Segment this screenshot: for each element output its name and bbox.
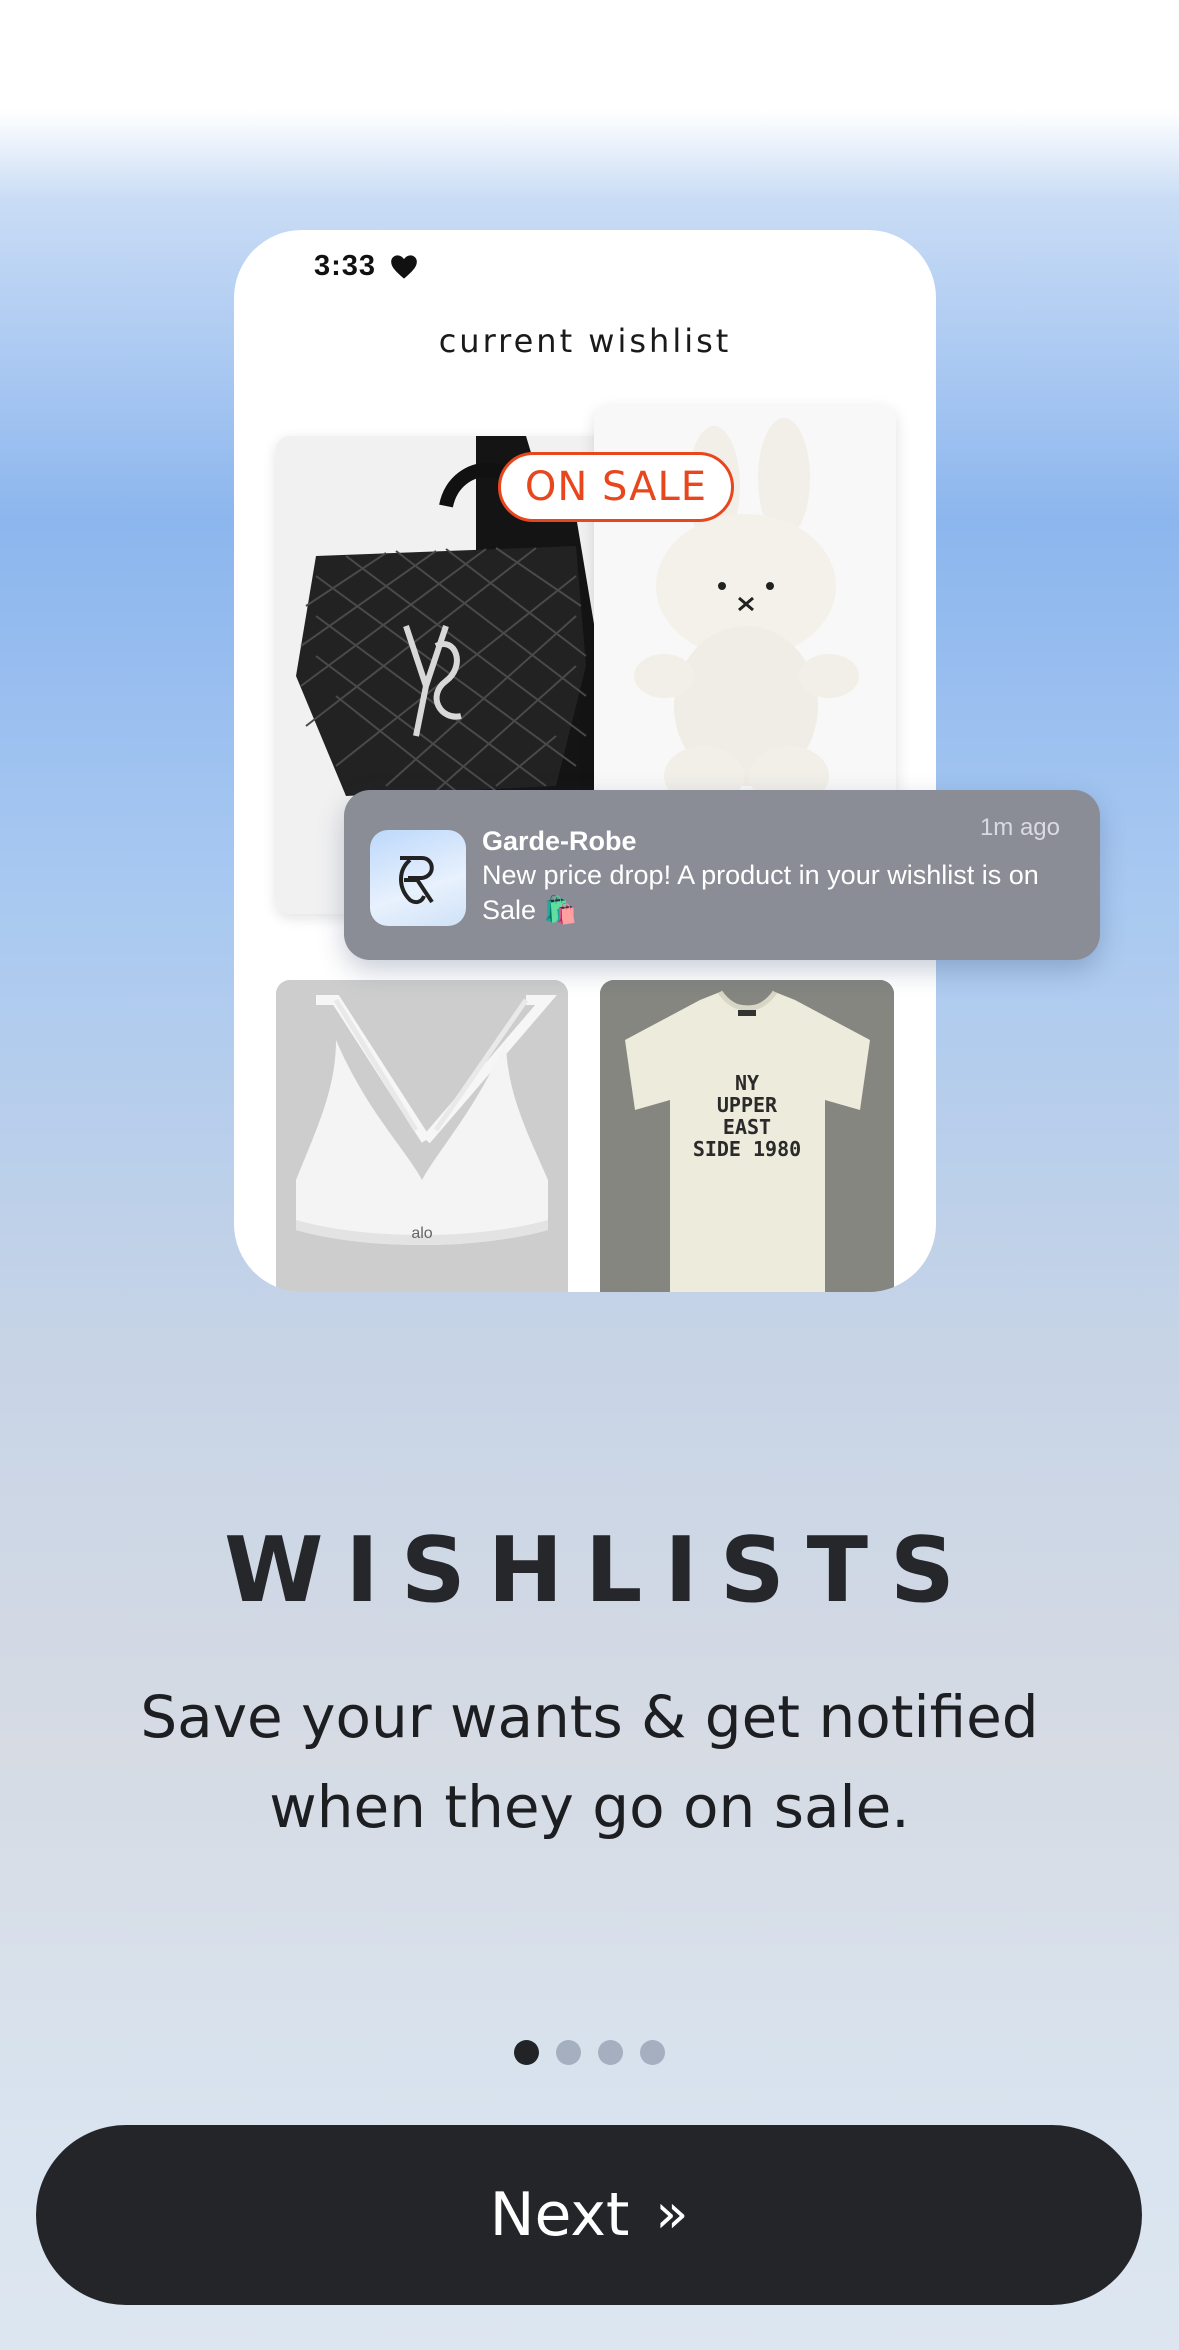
tshirt-image: NY UPPER EAST SIDE 1980 [600, 980, 894, 1292]
wishlist-title: current wishlist [438, 322, 732, 360]
shirt-print-line-3: EAST [723, 1115, 771, 1139]
phone-mockup: 3:33 current wishlist alo NY UPPER EAST … [234, 230, 936, 1292]
notification-time: 1m ago [979, 814, 1060, 841]
bra-logo-text: alo [411, 1225, 432, 1242]
shirt-print-line-2: UPPER [717, 1093, 778, 1117]
pagination-dot-1[interactable] [514, 2040, 539, 2065]
garde-robe-logo-icon [370, 830, 466, 926]
next-button[interactable]: Next » [36, 2125, 1142, 2305]
pagination-dot-2[interactable] [556, 2040, 581, 2065]
page-heading: WISHLISTS [224, 1518, 977, 1623]
pagination-dot-4[interactable] [640, 2040, 665, 2065]
next-button-label: Next [489, 2180, 630, 2250]
price-drop-notification[interactable]: Garde-Robe 1m ago New price drop! A prod… [344, 790, 1100, 960]
page-subtitle: Save your wants & get notified when they… [140, 1683, 1039, 1841]
notification-message: New price drop! A product in your wishli… [482, 860, 1039, 925]
sports-bra-image: alo [276, 980, 568, 1292]
pagination-dots [0, 2040, 1179, 2065]
notification-app-name: Garde-Robe [482, 826, 637, 856]
double-chevron-right-icon: » [655, 2181, 689, 2245]
status-time: 3:33 [314, 250, 377, 282]
product-tile-sports-bra[interactable]: alo [276, 980, 568, 1292]
shirt-print-line-1: NY [735, 1071, 759, 1095]
heart-icon [391, 255, 417, 279]
shirt-print-line-4: SIDE 1980 [693, 1137, 801, 1161]
on-sale-badge: ON SALE [498, 452, 734, 522]
product-tile-tshirt[interactable]: NY UPPER EAST SIDE 1980 [600, 980, 894, 1292]
pagination-dot-3[interactable] [598, 2040, 623, 2065]
